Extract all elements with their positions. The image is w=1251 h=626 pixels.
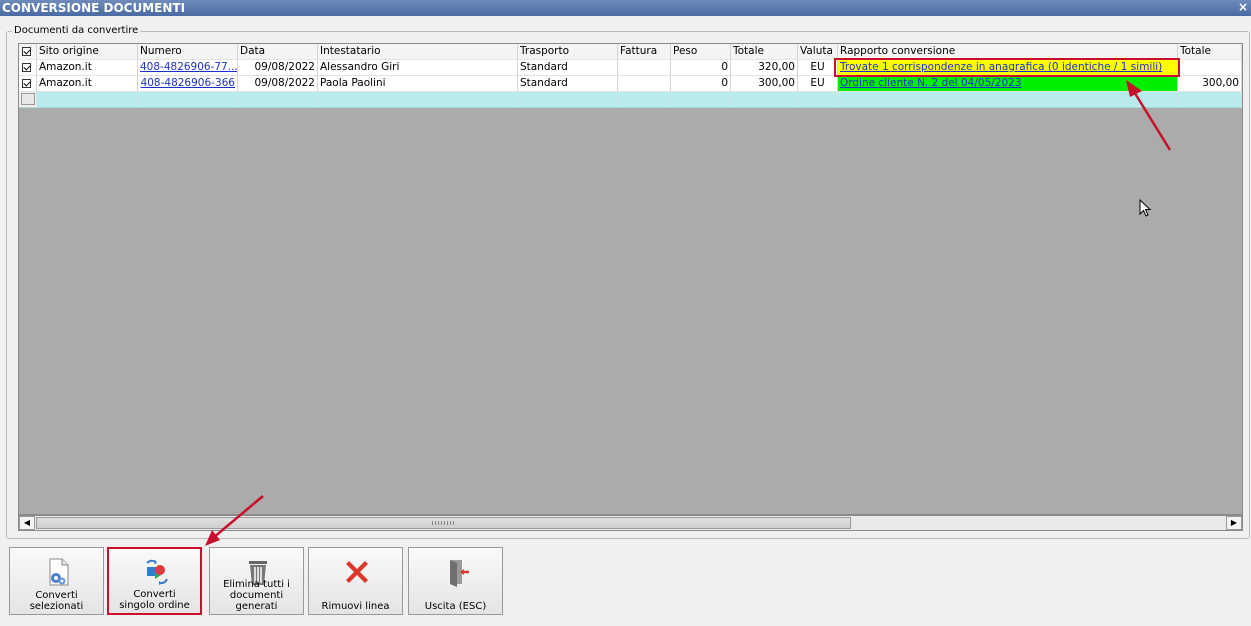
button-label: Converti selezionati	[29, 590, 84, 612]
cell-totale2: 300,00	[1178, 76, 1242, 92]
new-row-selector[interactable]	[19, 92, 37, 108]
cell-totale: 300,00	[731, 76, 798, 92]
col-header-trasporto[interactable]: Trasporto	[518, 44, 618, 60]
cell-fattura	[618, 60, 671, 76]
new-row-cell[interactable]	[731, 92, 798, 108]
cell-intestatario: Paola Paolini	[318, 76, 518, 92]
cell-numero-link[interactable]: 408-4826906-77...	[138, 60, 238, 76]
row-checkbox[interactable]	[22, 79, 31, 88]
table-row[interactable]: Amazon.it 408-4826906-366 09/08/2022 Pao…	[19, 76, 1242, 92]
new-row-cell[interactable]	[838, 92, 1178, 108]
col-header-peso[interactable]: Peso	[671, 44, 731, 60]
row-checkbox[interactable]	[22, 63, 31, 72]
cell-trasporto: Standard	[518, 76, 618, 92]
scroll-left-icon[interactable]: ◀	[19, 516, 35, 530]
cell-data: 09/08/2022	[238, 60, 318, 76]
scrollbar-thumb[interactable]	[36, 517, 851, 529]
cell-peso: 0	[671, 76, 731, 92]
exit-door-icon	[450, 560, 469, 587]
col-header-rapporto[interactable]: Rapporto conversione	[838, 44, 1178, 60]
row-checkbox-cell[interactable]	[19, 76, 37, 92]
new-row-cell[interactable]	[37, 92, 138, 108]
scroll-right-icon[interactable]: ▶	[1226, 516, 1242, 530]
button-label: Uscita (ESC)	[424, 601, 487, 612]
new-row-cell[interactable]	[618, 92, 671, 108]
cell-totale: 320,00	[731, 60, 798, 76]
col-header-intestatario[interactable]: Intestatario	[318, 44, 518, 60]
cell-valuta: EU	[798, 60, 838, 76]
cell-valuta: EU	[798, 76, 838, 92]
new-row-cell[interactable]	[798, 92, 838, 108]
cell-sito: Amazon.it	[37, 60, 138, 76]
new-row-cell[interactable]	[138, 92, 238, 108]
select-all-checkbox[interactable]	[22, 47, 31, 56]
col-header-sito[interactable]: Sito origine	[37, 44, 138, 60]
document-gear-icon	[49, 558, 69, 586]
col-header-valuta[interactable]: Valuta	[798, 44, 838, 60]
elimina-documenti-button[interactable]: Elimina tutti i documenti generati	[209, 547, 304, 615]
new-row-cell[interactable]	[1178, 92, 1242, 108]
window-title: CONVERSIONE DOCUMENTI	[2, 1, 186, 15]
horizontal-scrollbar[interactable]: ◀ ▶	[18, 515, 1243, 531]
convert-shapes-icon	[146, 559, 168, 585]
new-row[interactable]	[19, 92, 1242, 108]
cell-numero-link[interactable]: 408-4826906-366	[138, 76, 238, 92]
converti-selezionati-button[interactable]: Converti selezionati	[9, 547, 104, 615]
row-checkbox-cell[interactable]	[19, 60, 37, 76]
rimuovi-linea-button[interactable]: Rimuovi linea	[308, 547, 403, 615]
cell-peso: 0	[671, 60, 731, 76]
row-selector-icon	[21, 93, 35, 105]
col-header-totale2[interactable]: Totale	[1178, 44, 1242, 60]
uscita-button[interactable]: Uscita (ESC)	[408, 547, 503, 615]
cell-fattura	[618, 76, 671, 92]
col-header-data[interactable]: Data	[238, 44, 318, 60]
grid-header: Sito origine Numero Data Intestatario Tr…	[19, 44, 1242, 61]
cell-intestatario: Alessandro Giri	[318, 60, 518, 76]
new-row-cell[interactable]	[238, 92, 318, 108]
header-select-all[interactable]	[19, 44, 37, 60]
col-header-fattura[interactable]: Fattura	[618, 44, 671, 60]
close-icon[interactable]: ×	[1237, 0, 1249, 16]
cell-trasporto: Standard	[518, 60, 618, 76]
button-label: Converti singolo ordine	[119, 589, 190, 611]
documents-grid[interactable]: Sito origine Numero Data Intestatario Tr…	[18, 43, 1243, 515]
converti-singolo-ordine-button[interactable]: Converti singolo ordine	[107, 547, 202, 615]
col-header-totale[interactable]: Totale	[731, 44, 798, 60]
new-row-cell[interactable]	[318, 92, 518, 108]
cell-rapporto-link[interactable]: Ordine cliente N. 2 del 04/05/2023	[838, 76, 1178, 92]
new-row-cell[interactable]	[671, 92, 731, 108]
button-label: Elimina tutti i documenti generati	[223, 579, 290, 612]
col-header-numero[interactable]: Numero	[138, 44, 238, 60]
red-x-icon	[346, 561, 368, 583]
grip-icon	[432, 521, 456, 525]
new-row-cell[interactable]	[518, 92, 618, 108]
button-label: Rimuovi linea	[321, 601, 390, 612]
cell-sito: Amazon.it	[37, 76, 138, 92]
title-bar: CONVERSIONE DOCUMENTI ×	[0, 0, 1251, 16]
table-row[interactable]: Amazon.it 408-4826906-77... 09/08/2022 A…	[19, 60, 1242, 76]
cell-data: 09/08/2022	[238, 76, 318, 92]
cell-totale2	[1178, 60, 1242, 76]
groupbox-label: Documenti da convertire	[12, 25, 141, 37]
cell-rapporto-link[interactable]: Trovate 1 corrispondenze in anagrafica (…	[838, 60, 1178, 76]
